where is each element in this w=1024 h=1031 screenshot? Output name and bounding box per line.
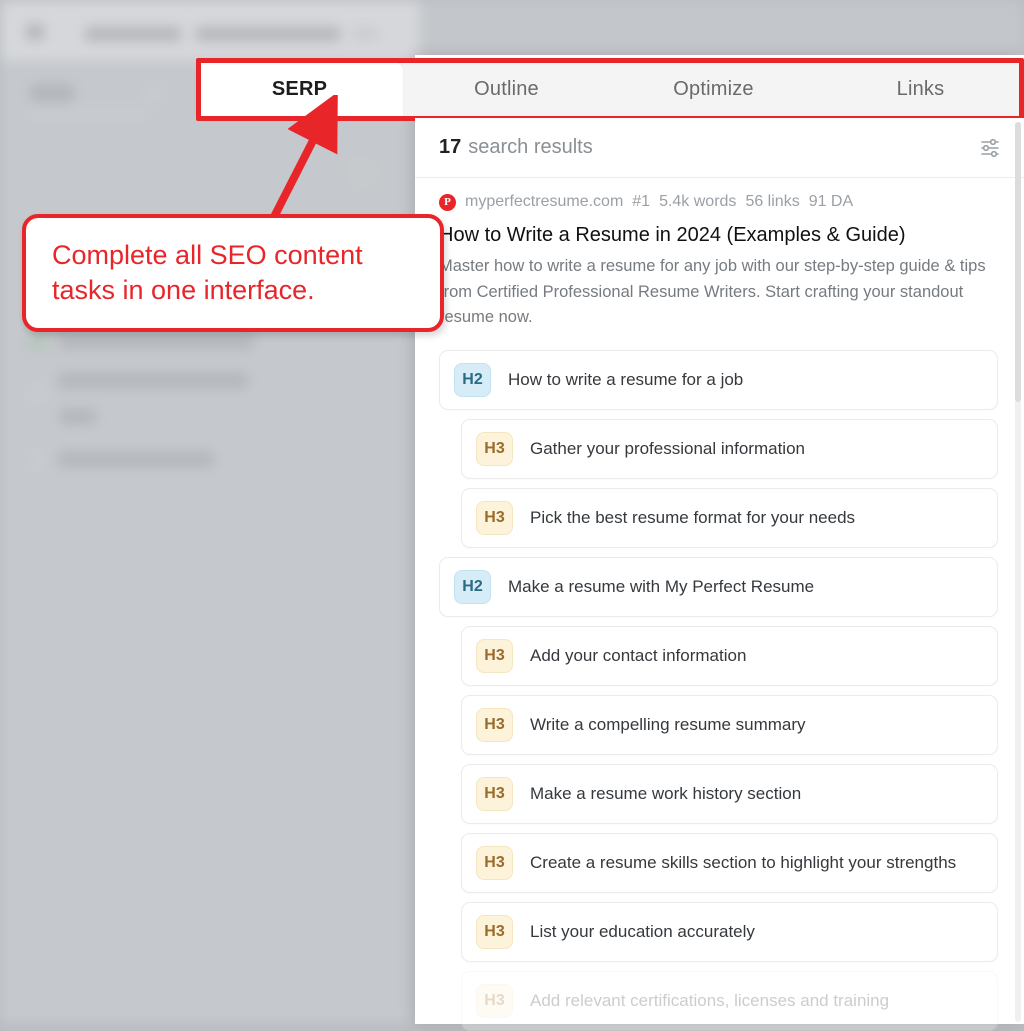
backdrop-menu-icon <box>26 24 44 40</box>
outline-card-text: Make a resume with My Perfect Resume <box>508 577 814 597</box>
backdrop-list-icon-2 <box>30 386 46 402</box>
backdrop-list-label-2 <box>58 373 248 388</box>
outline-card-text: Make a resume work history section <box>530 784 801 804</box>
outline-card-text: Write a compelling resume summary <box>530 715 806 735</box>
outline-card-list: H2 How to write a resume for a job H3 Gathe… <box>415 350 1024 1024</box>
result-word-count: 5.4k words <box>659 193 736 211</box>
backdrop-subheading <box>28 108 148 118</box>
result-title[interactable]: How to Write a Resume in 2024 (Examples … <box>439 223 1000 248</box>
result-domain-authority: 91 DA <box>809 193 853 211</box>
heading-level-badge: H2 <box>454 570 491 604</box>
outline-card[interactable]: H2 How to write a resume for a job <box>439 350 998 410</box>
tab-links[interactable]: Links <box>817 62 1024 116</box>
result-link-count: 56 links <box>745 193 799 211</box>
search-result-item: P myperfectresume.com #1 5.4k words 56 l… <box>415 180 1024 331</box>
backdrop-list-label-3 <box>58 452 214 467</box>
backdrop-list-icon-3 <box>32 453 46 467</box>
backdrop-body <box>0 62 420 1024</box>
heading-level-badge: H3 <box>476 915 513 949</box>
annotation-callout: Complete all SEO content tasks in one in… <box>22 214 444 332</box>
heading-level-badge: H3 <box>476 846 513 880</box>
heading-level-badge: H3 <box>476 708 513 742</box>
panel-scrollbar-thumb[interactable] <box>1015 122 1021 402</box>
backdrop-topbar-action <box>352 28 378 40</box>
results-count-label: search results <box>468 136 593 159</box>
backdrop-icon-small <box>148 86 162 100</box>
tab-outline[interactable]: Outline <box>403 62 610 116</box>
outline-card-text: List your education accurately <box>530 922 755 942</box>
outline-card[interactable]: H3 Add your contact information <box>461 626 998 686</box>
backdrop-list-sublabel <box>60 409 96 424</box>
outline-card[interactable]: H2 Make a resume with My Perfect Resume <box>439 557 998 617</box>
result-meta-row: P myperfectresume.com #1 5.4k words 56 l… <box>439 190 1000 214</box>
outline-card[interactable]: H3 Create a resume skills section to high… <box>461 833 998 893</box>
outline-card[interactable]: H3 Gather your professional information <box>461 419 998 479</box>
heading-level-badge: H2 <box>454 363 491 397</box>
result-rank: #1 <box>632 193 650 211</box>
backdrop-heading <box>30 84 74 102</box>
backdrop-breadcrumb-1 <box>85 27 181 41</box>
panel-tab-bar: SERPOutlineOptimizeLinks <box>196 62 1024 117</box>
heading-level-badge: H3 <box>476 639 513 673</box>
outline-card[interactable]: H3 Write a compelling resume summary <box>461 695 998 755</box>
backdrop-list-icon-1 <box>28 332 48 350</box>
sliders-icon[interactable] <box>978 136 1002 160</box>
outline-card[interactable]: H3 Pick the best resume format for your n… <box>461 488 998 548</box>
site-favicon-icon: P <box>439 194 456 211</box>
outline-card-text: Add relevant certifications, licenses an… <box>530 991 889 1011</box>
outline-card-text: Pick the best resume format for your nee… <box>530 508 855 528</box>
results-header: 17 search results <box>415 118 1024 178</box>
heading-level-badge: H3 <box>476 501 513 535</box>
heading-level-badge: H3 <box>476 432 513 466</box>
outline-card[interactable]: H3 List your education accurately <box>461 902 998 962</box>
result-description: Master how to write a resume for any job… <box>439 254 1000 331</box>
backdrop-list-label-1 <box>58 333 254 348</box>
heading-level-badge: H3 <box>476 777 513 811</box>
outline-card[interactable]: H3 Add relevant certifications, licenses … <box>461 971 998 1031</box>
outline-card-text: Add your contact information <box>530 646 746 666</box>
annotation-callout-text: Complete all SEO content tasks in one in… <box>52 238 414 308</box>
tab-serp[interactable]: SERP <box>196 62 403 116</box>
outline-card[interactable]: H3 Make a resume work history section <box>461 764 998 824</box>
outline-card-text: Gather your professional information <box>530 439 805 459</box>
heading-level-badge: H3 <box>476 984 513 1018</box>
tab-optimize[interactable]: Optimize <box>610 62 817 116</box>
backdrop-avatar <box>338 148 386 196</box>
backdrop-breadcrumb-2 <box>196 27 340 41</box>
outline-card-text: How to write a resume for a job <box>508 370 743 390</box>
result-domain: myperfectresume.com <box>465 193 623 211</box>
outline-card-text: Create a resume skills section to highli… <box>530 853 956 873</box>
results-count: 17 <box>439 136 461 159</box>
